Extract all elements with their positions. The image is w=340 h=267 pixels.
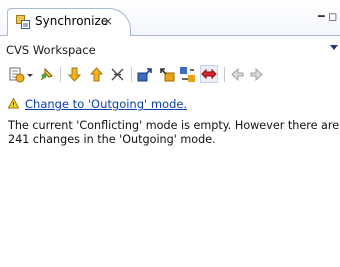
view-tab-bar: Synchronize ⨯ ━ ◻ (0, 0, 340, 36)
incoming-mode-icon[interactable] (137, 66, 154, 83)
toolbar-separator (60, 67, 61, 82)
view-title-bar: CVS Workspace (0, 36, 340, 62)
view-controls: ━ ◻ (318, 10, 337, 23)
toolbar-separator (224, 67, 225, 82)
close-icon[interactable]: ⨯ (103, 14, 113, 28)
minimize-icon[interactable]: ━ (318, 10, 325, 23)
tab-synchronize[interactable]: Synchronize ⨯ (7, 8, 131, 36)
tab-title: Synchronize (35, 14, 109, 28)
outgoing-mode-icon[interactable] (158, 66, 175, 83)
synchronize-icon[interactable] (8, 66, 25, 83)
conflicts-mode-icon[interactable] (200, 65, 218, 83)
view-title: CVS Workspace (6, 43, 96, 57)
next-difference-icon[interactable] (66, 66, 83, 83)
maximize-icon[interactable]: ◻ (328, 10, 337, 23)
collapse-all-icon[interactable] (109, 66, 126, 83)
toolbar-separator (131, 67, 132, 82)
message-line-1: The current 'Conflicting' mode is empty.… (8, 119, 340, 132)
pin-icon[interactable] (38, 66, 55, 83)
warning-icon (7, 97, 20, 109)
toolbar (0, 62, 340, 86)
change-to-outgoing-link[interactable]: Change to 'Outgoing' mode. (25, 97, 187, 111)
dropdown-arrow-icon[interactable] (26, 66, 34, 83)
incoming-outgoing-mode-icon[interactable] (179, 66, 196, 83)
view-menu-icon[interactable] (330, 45, 338, 50)
update-icon[interactable] (248, 66, 265, 83)
synchronize-view-icon (16, 15, 30, 29)
message-line-2: 241 changes in the 'Outgoing' mode. (8, 133, 216, 146)
previous-difference-icon[interactable] (88, 66, 105, 83)
commit-icon[interactable] (229, 66, 246, 83)
mode-message: The current 'Conflicting' mode is empty.… (8, 119, 340, 147)
